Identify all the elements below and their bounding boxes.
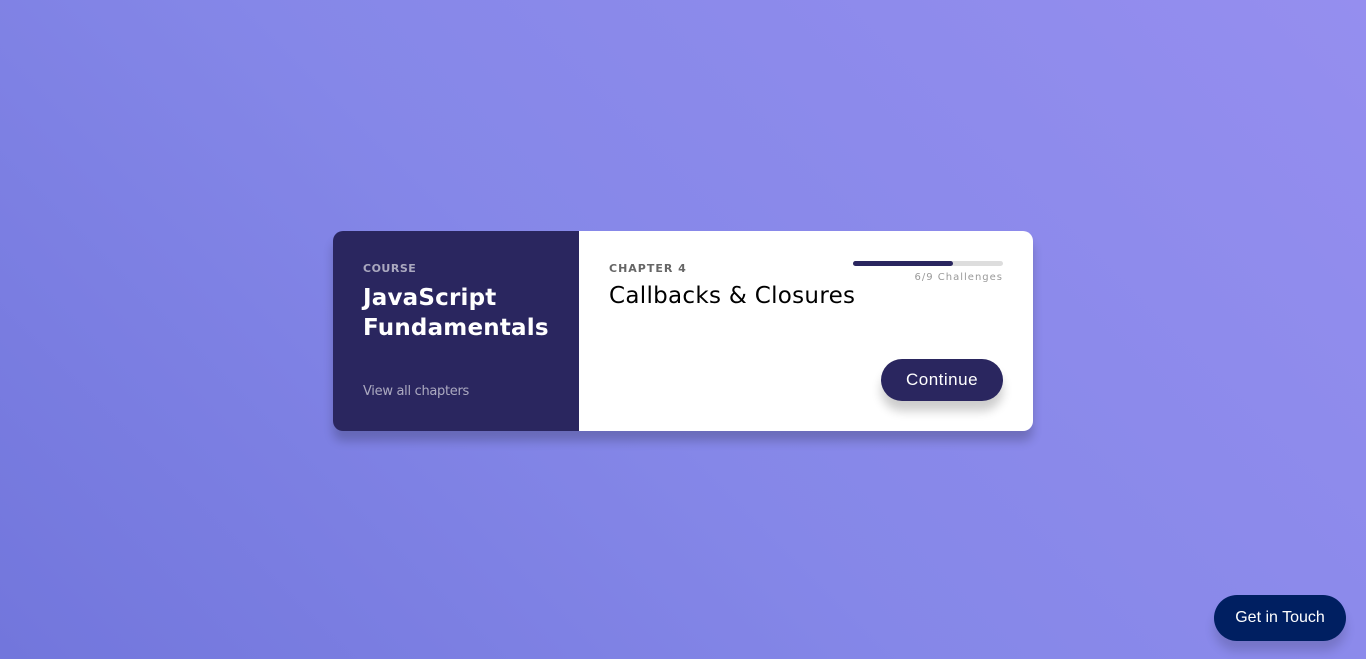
chapter-title: Callbacks & Closures: [609, 283, 856, 309]
get-in-touch-button[interactable]: Get in Touch: [1214, 595, 1346, 641]
course-card: Course JavaScript Fundamentals View all …: [333, 231, 1033, 431]
course-title: JavaScript Fundamentals: [363, 285, 549, 341]
progress-bar: [853, 261, 1003, 266]
progress-bar-fill: [853, 261, 953, 266]
continue-button[interactable]: Continue: [881, 359, 1003, 401]
progress-container: 6/9 Challenges: [853, 261, 1003, 283]
view-all-chapters-link[interactable]: View all chapters: [363, 384, 469, 399]
course-preview-panel: Course JavaScript Fundamentals View all …: [333, 231, 579, 431]
progress-text: 6/9 Challenges: [914, 272, 1003, 283]
course-kicker: Course: [363, 262, 417, 275]
chapter-info-panel: 6/9 Challenges Chapter 4 Callbacks & Clo…: [579, 231, 1033, 431]
